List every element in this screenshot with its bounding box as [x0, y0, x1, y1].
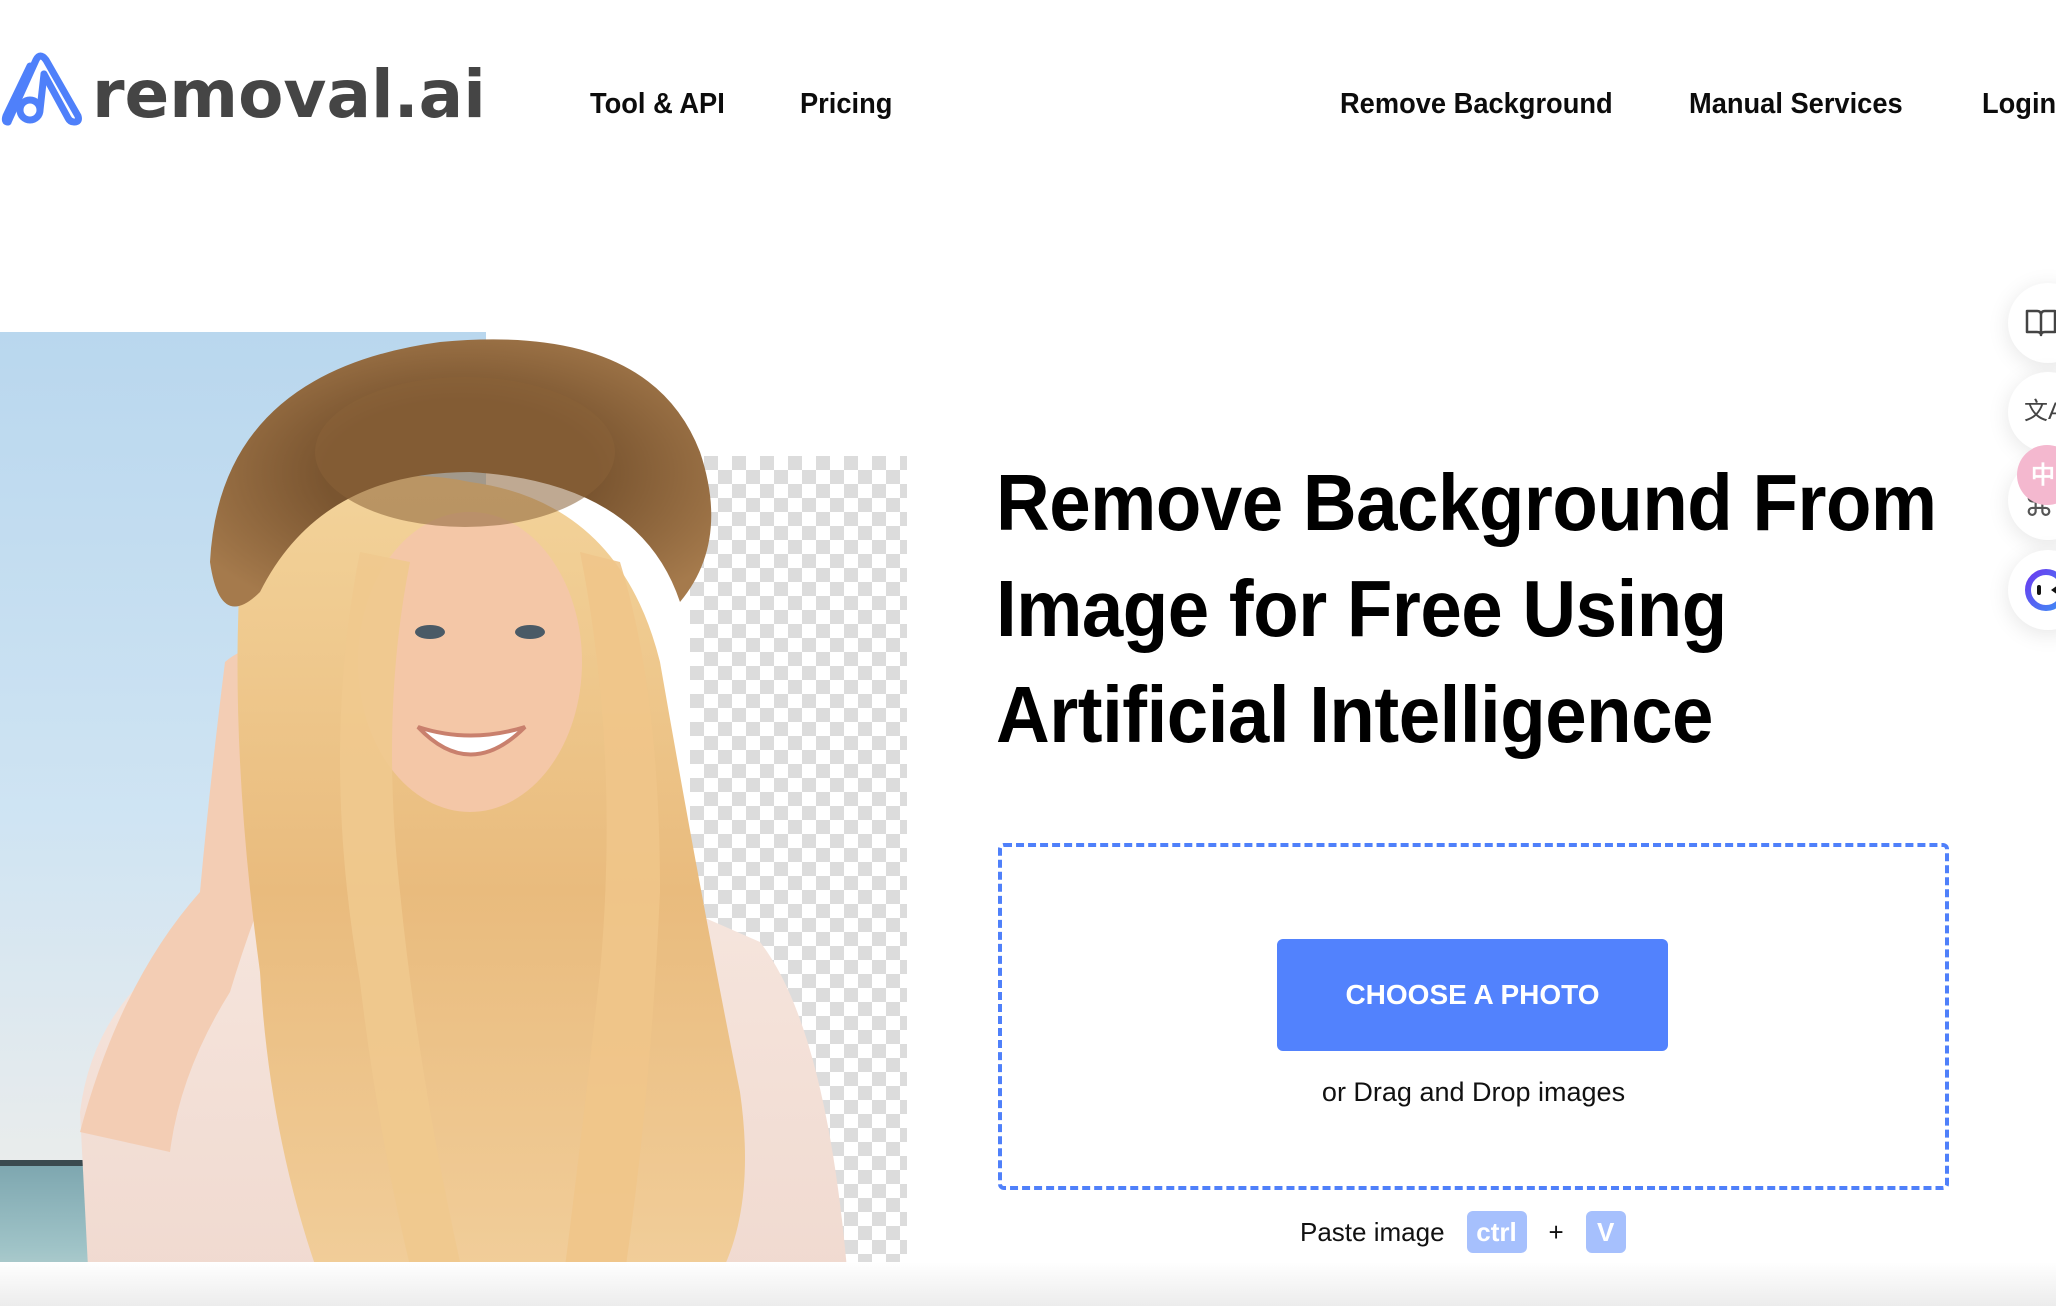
page-title: Remove Background From Image for Free Us… — [996, 450, 1937, 768]
choose-photo-button[interactable]: CHOOSE A PHOTO — [1277, 939, 1668, 1051]
logo[interactable]: removal.ai — [0, 44, 486, 130]
key-plus: + — [1548, 1216, 1564, 1247]
assistant-icon — [2025, 569, 2056, 611]
paste-label: Paste image — [1300, 1216, 1445, 1247]
hero-person-illustration — [80, 339, 850, 1306]
drag-drop-hint: or Drag and Drop images — [1321, 1077, 1626, 1107]
side-assistant-button[interactable] — [2008, 550, 2056, 630]
paste-shortcut-hint: Paste image ctrl + V — [1300, 1210, 1626, 1254]
page-title-line-2: Image for Free Using — [996, 564, 1727, 653]
key-v: V — [1585, 1211, 1626, 1253]
side-book-button[interactable] — [2008, 283, 2056, 363]
logo-text: removal.ai — [92, 56, 486, 133]
nav-remove-background[interactable]: Remove Background — [1340, 86, 1613, 122]
page-bottom-fade — [0, 1262, 2056, 1306]
page-title-line-3: Artificial Intelligence — [996, 670, 1713, 759]
nav-manual-services[interactable]: Manual Services — [1689, 86, 1903, 122]
side-translate-button[interactable]: 文A — [2008, 372, 2056, 452]
book-icon — [2025, 309, 2056, 337]
key-ctrl: ctrl — [1466, 1211, 1527, 1253]
logo-icon — [1, 52, 82, 126]
nav-login[interactable]: Login — [1982, 86, 2056, 122]
nav-tool-api[interactable]: Tool & API — [590, 86, 725, 122]
translate-icon: 文A — [2024, 398, 2056, 425]
page-title-line-1: Remove Background From — [996, 458, 1937, 547]
nav-pricing[interactable]: Pricing — [800, 86, 892, 122]
